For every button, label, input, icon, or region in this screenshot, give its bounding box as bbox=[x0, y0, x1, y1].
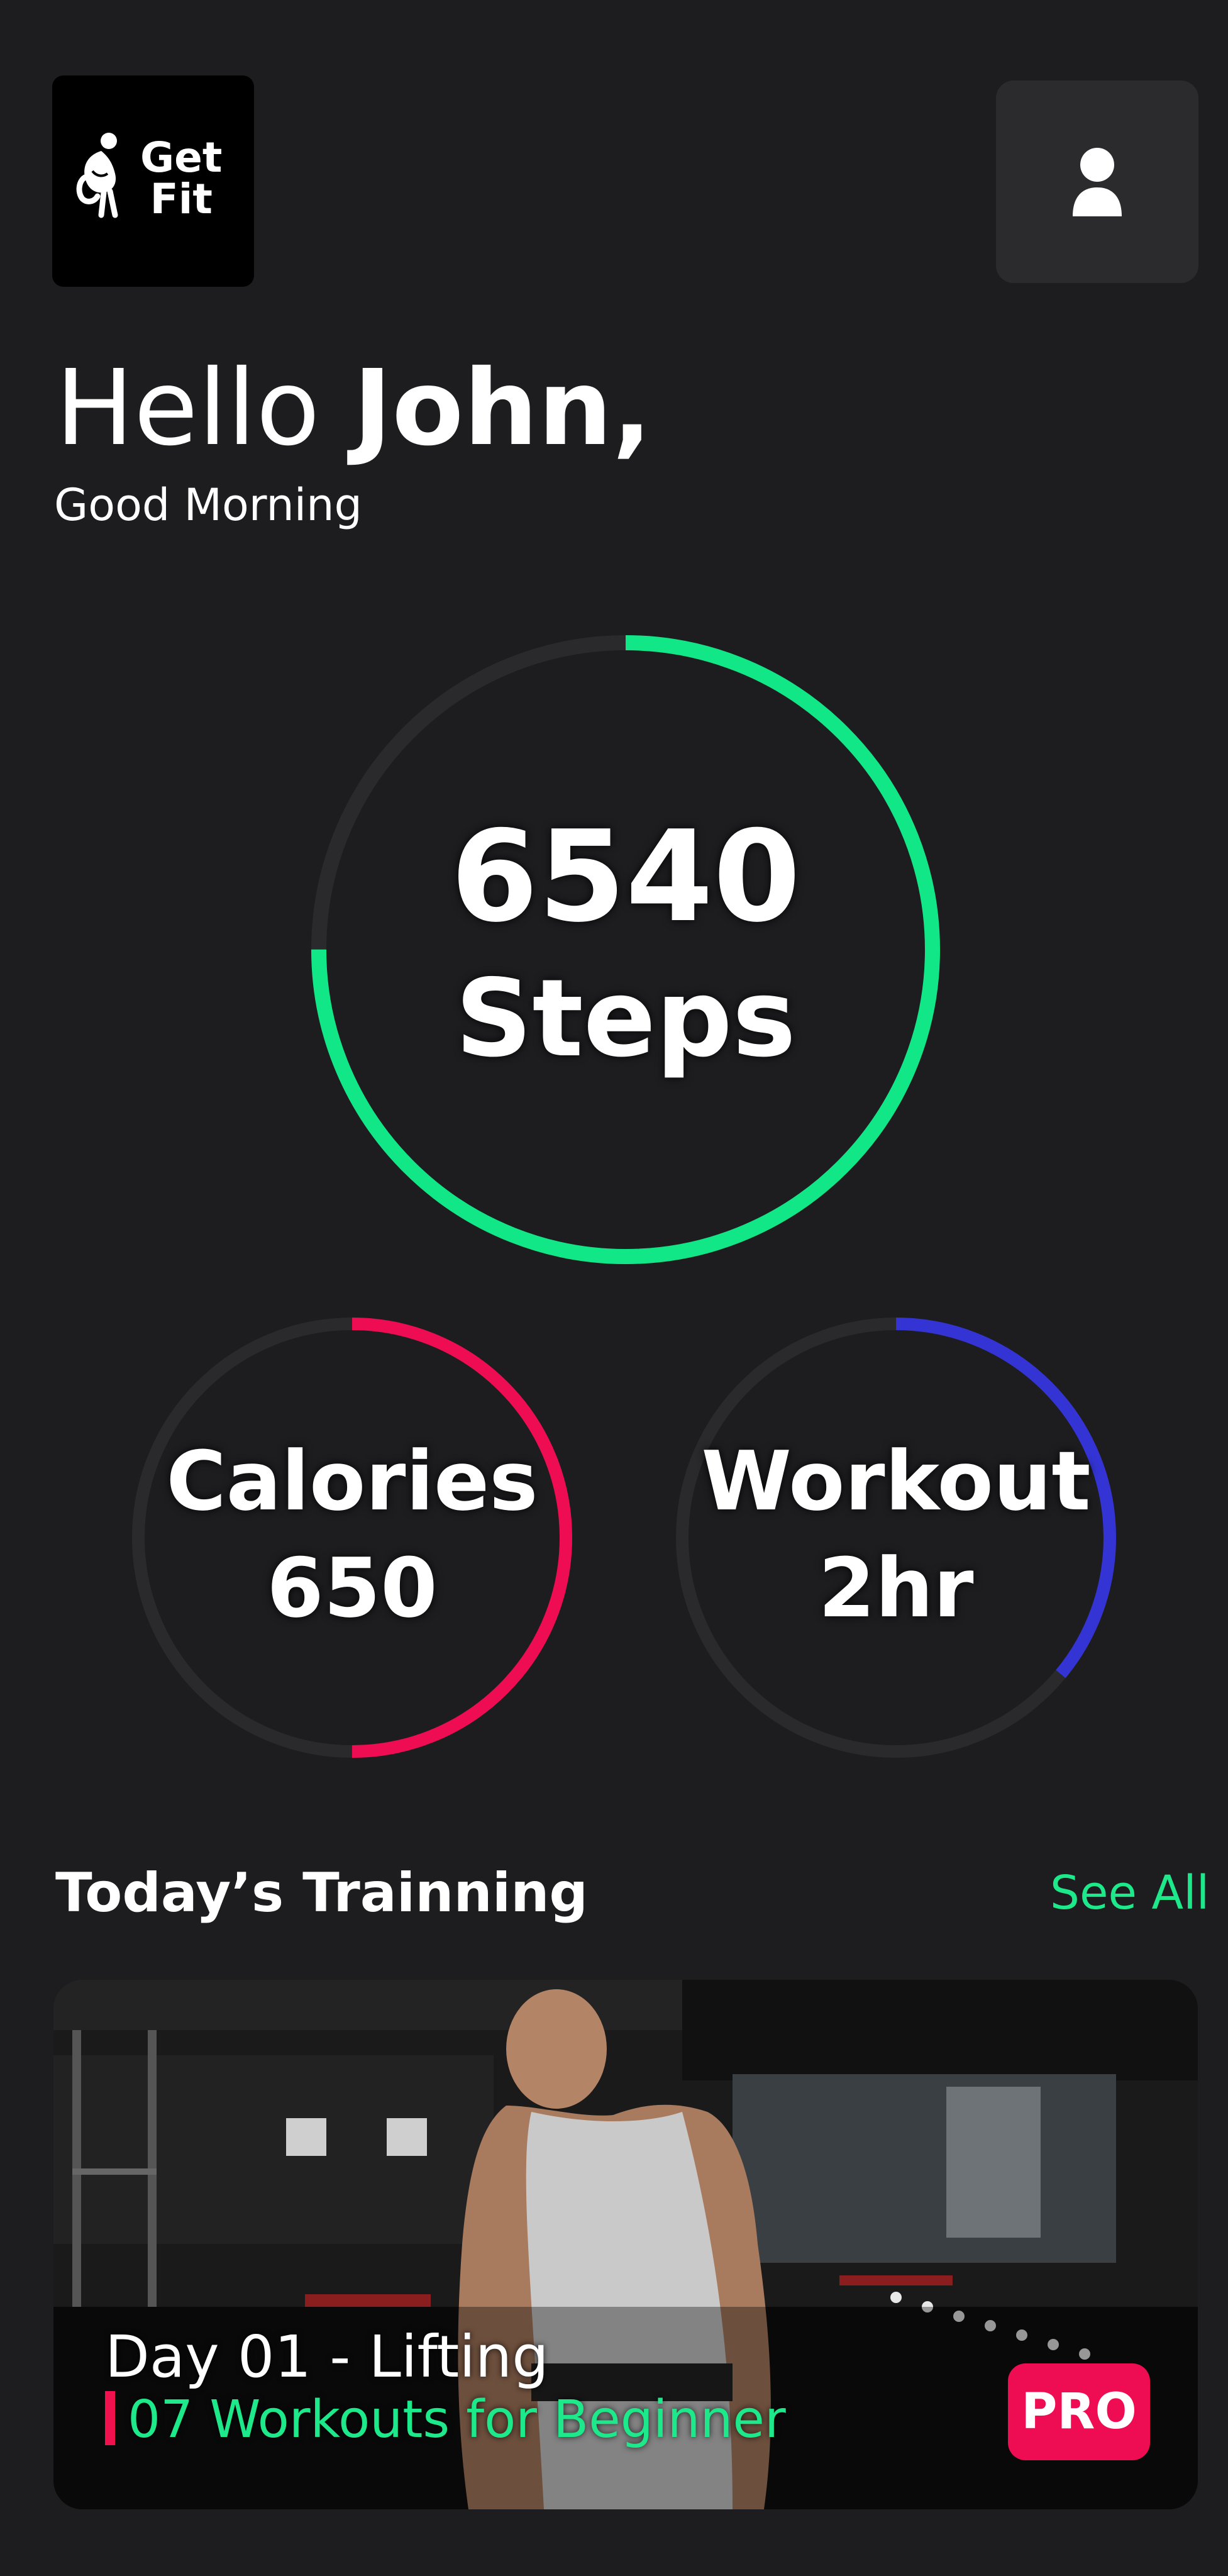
calories-ring[interactable]: Calories 650 bbox=[126, 1311, 578, 1764]
steps-ring[interactable]: 6540 Steps bbox=[305, 629, 946, 1270]
app-screen: Get Fit Hello John, Good Morning 6540 St… bbox=[0, 0, 1228, 2576]
logo-line-1: Get bbox=[140, 133, 223, 182]
see-all-link[interactable]: See All bbox=[1050, 1862, 1209, 1924]
logo-line-2: Fit bbox=[150, 175, 213, 223]
steps-unit: Steps bbox=[455, 957, 796, 1081]
steps-value: 6540 bbox=[450, 804, 801, 950]
pro-badge: PRO bbox=[1008, 2363, 1150, 2460]
calories-progress-ring bbox=[132, 1318, 572, 1758]
get-fit-logo: Get Fit bbox=[52, 75, 254, 287]
card-accent-bar bbox=[105, 2391, 115, 2445]
greeting-heading: Hello John, bbox=[55, 349, 652, 469]
user-icon bbox=[1073, 148, 1122, 216]
greeting-prefix: Hello bbox=[55, 348, 353, 469]
user-name: John, bbox=[353, 348, 652, 469]
workout-value: 2hr bbox=[818, 1540, 974, 1636]
calories-label: Calories bbox=[166, 1433, 538, 1529]
training-card[interactable]: Day 01 - Lifting 07 Workouts for Beginne… bbox=[53, 1980, 1198, 2509]
greeting-subtitle: Good Morning bbox=[54, 479, 362, 531]
workout-label: Workout bbox=[701, 1433, 1091, 1529]
logo-text: Get Fit bbox=[140, 137, 223, 220]
workout-progress-ring bbox=[676, 1318, 1116, 1758]
profile-button[interactable] bbox=[996, 80, 1198, 283]
bodybuilder-logo-icon bbox=[76, 133, 118, 218]
workout-ring[interactable]: Workout 2hr bbox=[670, 1311, 1122, 1764]
card-title: Day 01 - Lifting bbox=[105, 2323, 549, 2390]
calories-value: 650 bbox=[267, 1540, 438, 1636]
todays-training-title: Today’s Trainning bbox=[55, 1862, 588, 1924]
card-subtitle: 07 Workouts for Beginner bbox=[128, 2390, 786, 2450]
